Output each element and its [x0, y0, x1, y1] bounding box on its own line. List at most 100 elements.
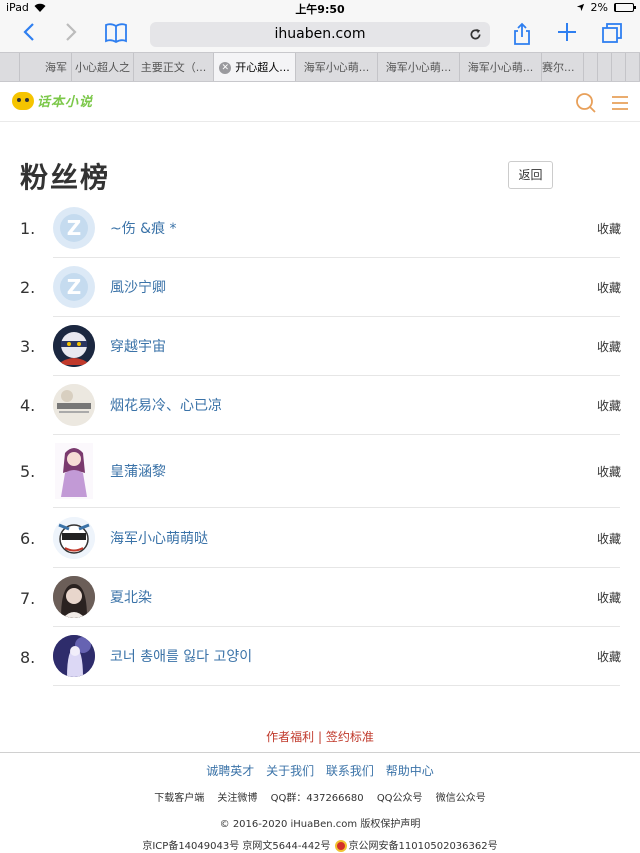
girl-avatar-icon: [55, 443, 93, 499]
footer-link-about[interactable]: 关于我们: [266, 764, 314, 778]
author-links: 作者福利 | 签约标准: [0, 728, 640, 745]
default-avatar-icon: Z: [66, 275, 82, 299]
avatar[interactable]: [55, 443, 93, 499]
avatar[interactable]: [53, 325, 95, 367]
fan-name[interactable]: 風沙宁卿: [110, 277, 166, 297]
footer-info: 下载客户端 关注微博 QQ群：437266680 QQ公众号 微信公众号: [0, 789, 640, 804]
link-divider: |: [317, 730, 323, 744]
default-avatar-icon: Z: [66, 216, 82, 240]
tabs-overview-icon[interactable]: [599, 22, 625, 46]
sign-standard-link[interactable]: 签约标准: [326, 730, 374, 744]
tab-stub[interactable]: [584, 53, 598, 81]
tab-active[interactable]: ✕ 开心超人...: [214, 53, 296, 81]
follow-weibo-link[interactable]: 关注微博: [217, 793, 257, 804]
rank-number: 7.: [20, 589, 36, 608]
favorite-button[interactable]: 收藏: [597, 530, 621, 547]
favorite-button[interactable]: 收藏: [597, 589, 621, 606]
qq-public-link[interactable]: QQ公众号: [377, 793, 423, 804]
favorite-button[interactable]: 收藏: [597, 279, 621, 296]
fan-name[interactable]: 烟花易冷、心已凉: [110, 395, 222, 415]
favorite-button[interactable]: 收藏: [597, 397, 621, 414]
forward-arrow-icon[interactable]: [58, 22, 84, 46]
logo-text: 话本小说: [37, 95, 94, 110]
status-bar: iPad 上午9:50 2%: [0, 0, 640, 16]
tab-active-label: 开心超人...: [235, 61, 290, 74]
close-tab-icon[interactable]: ✕: [219, 62, 232, 74]
battery-percent: 2%: [590, 1, 608, 14]
share-icon[interactable]: [509, 22, 535, 46]
row-divider: [53, 257, 620, 258]
avatar[interactable]: [53, 517, 95, 559]
location-icon: [576, 3, 584, 12]
avatar[interactable]: Z: [53, 207, 95, 249]
address-bar[interactable]: ihuaben.com: [150, 22, 490, 47]
author-benefit-link[interactable]: 作者福利: [266, 730, 314, 744]
fan-name[interactable]: 穿越宇宙: [110, 336, 166, 356]
rank-number: 5.: [20, 462, 36, 481]
ninja-avatar-icon: [53, 325, 95, 367]
avatar[interactable]: Z: [53, 266, 95, 308]
footer-link-careers[interactable]: 诚聘英才: [206, 764, 254, 778]
tab-3[interactable]: 主要正文（...: [134, 53, 214, 81]
tab-7[interactable]: 海军小心萌...: [460, 53, 542, 81]
fan-name[interactable]: ~伤 &痕 *: [110, 218, 177, 238]
fan-name[interactable]: 코너 총애를 잃다 고양이: [110, 646, 252, 666]
favorite-button[interactable]: 收藏: [597, 463, 621, 480]
search-icon[interactable]: [575, 92, 597, 114]
favorite-button[interactable]: 收藏: [597, 338, 621, 355]
back-button[interactable]: 返回: [508, 161, 553, 189]
battery-icon: [614, 3, 636, 12]
tab-bar: 海军 小心超人之 主要正文（... ✕ 开心超人... 海军小心萌... 海军小心…: [0, 52, 640, 82]
police-record-text[interactable]: 京公网安备11010502036362号: [349, 841, 498, 852]
hero-avatar-icon: [53, 517, 95, 559]
logo-mascot-icon: [12, 91, 34, 110]
row-divider: [53, 434, 620, 435]
row-divider: [53, 685, 620, 686]
tab-stub[interactable]: [598, 53, 612, 81]
purple-avatar-icon: [53, 635, 95, 677]
fan-name[interactable]: 夏北染: [110, 587, 152, 607]
page-title: 粉丝榜: [20, 161, 111, 194]
avatar[interactable]: [53, 635, 95, 677]
tab-stub[interactable]: [0, 53, 20, 81]
row-divider: [53, 316, 620, 317]
police-badge-icon: [334, 840, 347, 852]
rank-number: 8.: [20, 648, 36, 667]
url-text: ihuaben.com: [274, 26, 366, 42]
footer-link-help[interactable]: 帮助中心: [386, 764, 434, 778]
bookmarks-icon[interactable]: [103, 22, 129, 46]
clock: 上午9:50: [295, 3, 345, 16]
rank-number: 1.: [20, 219, 36, 238]
fan-name[interactable]: 皇蒲涵黎: [110, 461, 166, 481]
reload-icon[interactable]: [469, 22, 482, 49]
back-arrow-icon[interactable]: [16, 22, 42, 46]
footer-link-contact[interactable]: 联系我们: [326, 764, 374, 778]
icp-text[interactable]: 京ICP备14049043号 京网文5644-442号: [142, 841, 330, 852]
tab-6[interactable]: 海军小心萌...: [378, 53, 460, 81]
site-header: 话本小说: [0, 82, 640, 122]
tab-5[interactable]: 海军小心萌...: [296, 53, 378, 81]
footer-nav: 诚聘英才 关于我们 联系我们 帮助中心: [0, 762, 640, 779]
row-divider: [53, 626, 620, 627]
favorite-button[interactable]: 收藏: [597, 648, 621, 665]
menu-icon[interactable]: [610, 92, 632, 114]
tab-8[interactable]: 赛尔...: [542, 53, 584, 81]
browser-toolbar: ihuaben.com: [0, 16, 640, 52]
row-divider: [53, 375, 620, 376]
tab-2[interactable]: 小心超人之: [72, 53, 134, 81]
avatar[interactable]: [53, 384, 95, 426]
photo-avatar-icon: [53, 576, 95, 618]
wechat-public-link[interactable]: 微信公众号: [436, 793, 486, 804]
footer-divider: [0, 752, 640, 753]
fan-name[interactable]: 海军小心萌萌哒: [110, 528, 208, 548]
tab-stub[interactable]: [612, 53, 626, 81]
tab-1[interactable]: 海军: [20, 53, 72, 81]
site-logo[interactable]: 话本小说: [12, 91, 93, 110]
qq-group-text: QQ群：437266680: [270, 793, 364, 804]
tab-stub[interactable]: [626, 53, 640, 81]
card-avatar-icon: [53, 384, 95, 426]
favorite-button[interactable]: 收藏: [597, 220, 621, 237]
new-tab-icon[interactable]: [554, 22, 580, 46]
download-client-link[interactable]: 下载客户端: [154, 793, 204, 804]
avatar[interactable]: [53, 576, 95, 618]
